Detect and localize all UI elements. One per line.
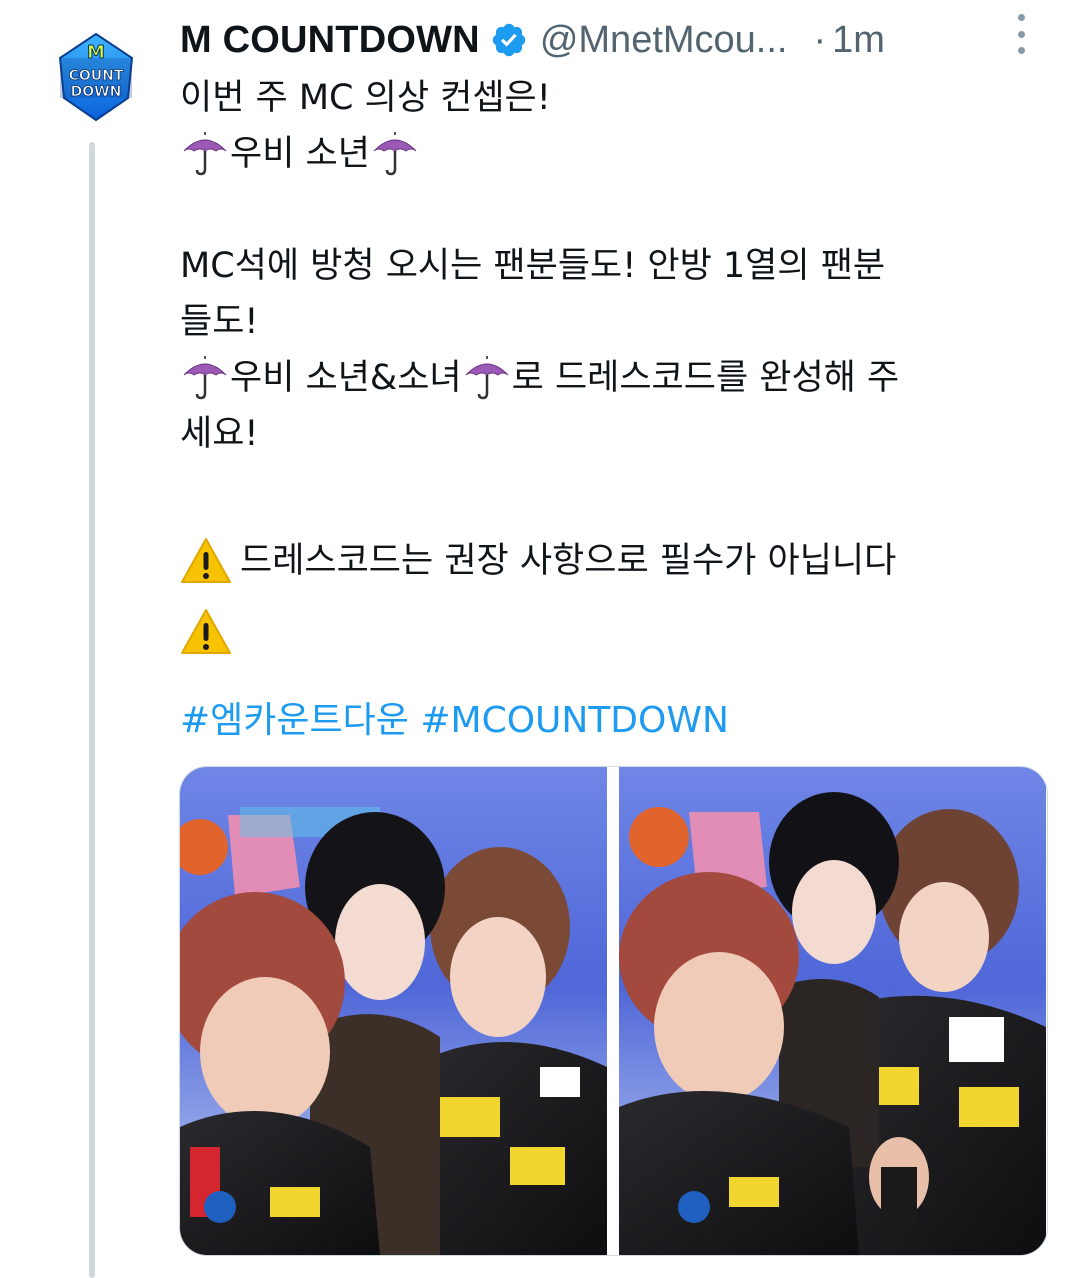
text-line: 드레스코드는 권장 사항으로 필수가 아닙니다 bbox=[180, 518, 1050, 604]
photo-1[interactable] bbox=[180, 767, 607, 1255]
hashtag-link[interactable]: #엠카운트다운 bbox=[180, 700, 409, 741]
umbrella-icon bbox=[373, 132, 417, 176]
verified-badge-icon bbox=[492, 23, 526, 57]
warning-icon bbox=[181, 538, 231, 583]
warning-icon bbox=[181, 609, 231, 654]
text-line: 세요! bbox=[180, 414, 259, 454]
timestamp[interactable]: 1m bbox=[832, 19, 885, 62]
text-line: 이번 주 MC 의상 컨셉은! bbox=[180, 78, 551, 118]
tweet[interactable]: M COUNT DOWN M COUNTDOWN @MnetMcou... · … bbox=[0, 0, 1080, 1278]
tweet-text: 이번 주 MC 의상 컨셉은! 우비 소년 MC석에 방청 오시는 팬분들도! … bbox=[180, 70, 1050, 660]
display-name[interactable]: M COUNTDOWN bbox=[180, 19, 480, 62]
handle[interactable]: @MnetMcou... bbox=[540, 19, 788, 62]
text-line: 우비 소년 bbox=[180, 126, 1050, 182]
avatar[interactable]: M COUNT DOWN bbox=[48, 28, 144, 124]
media-grid bbox=[179, 766, 1048, 1256]
hashtag-link[interactable]: #MCOUNTDOWN bbox=[420, 700, 729, 741]
umbrella-icon bbox=[465, 356, 508, 400]
photo-2[interactable] bbox=[619, 767, 1046, 1255]
thread-line bbox=[89, 142, 95, 1278]
text-line: 들도! bbox=[180, 302, 259, 342]
time-separator: · bbox=[813, 18, 827, 61]
mcountdown-logo-icon: M COUNT DOWN bbox=[58, 32, 134, 122]
umbrella-icon bbox=[183, 356, 227, 400]
more-options-icon[interactable] bbox=[1009, 14, 1033, 54]
svg-text:M: M bbox=[87, 42, 105, 63]
svg-text:COUNT: COUNT bbox=[69, 68, 124, 84]
umbrella-icon bbox=[183, 132, 227, 176]
text-line: 우비 소년&소녀 로 드레스코드를 완성해 주 bbox=[180, 350, 1050, 406]
tweet-header: M COUNTDOWN @MnetMcou... · 1m bbox=[180, 12, 1060, 68]
hashtags: #엠카운트다운 #MCOUNTDOWN bbox=[180, 693, 729, 749]
text-line bbox=[180, 604, 1050, 660]
svg-text:DOWN: DOWN bbox=[71, 84, 122, 100]
text-line: MC석에 방청 오시는 팬분들도! 안방 1열의 팬분 bbox=[180, 246, 886, 286]
